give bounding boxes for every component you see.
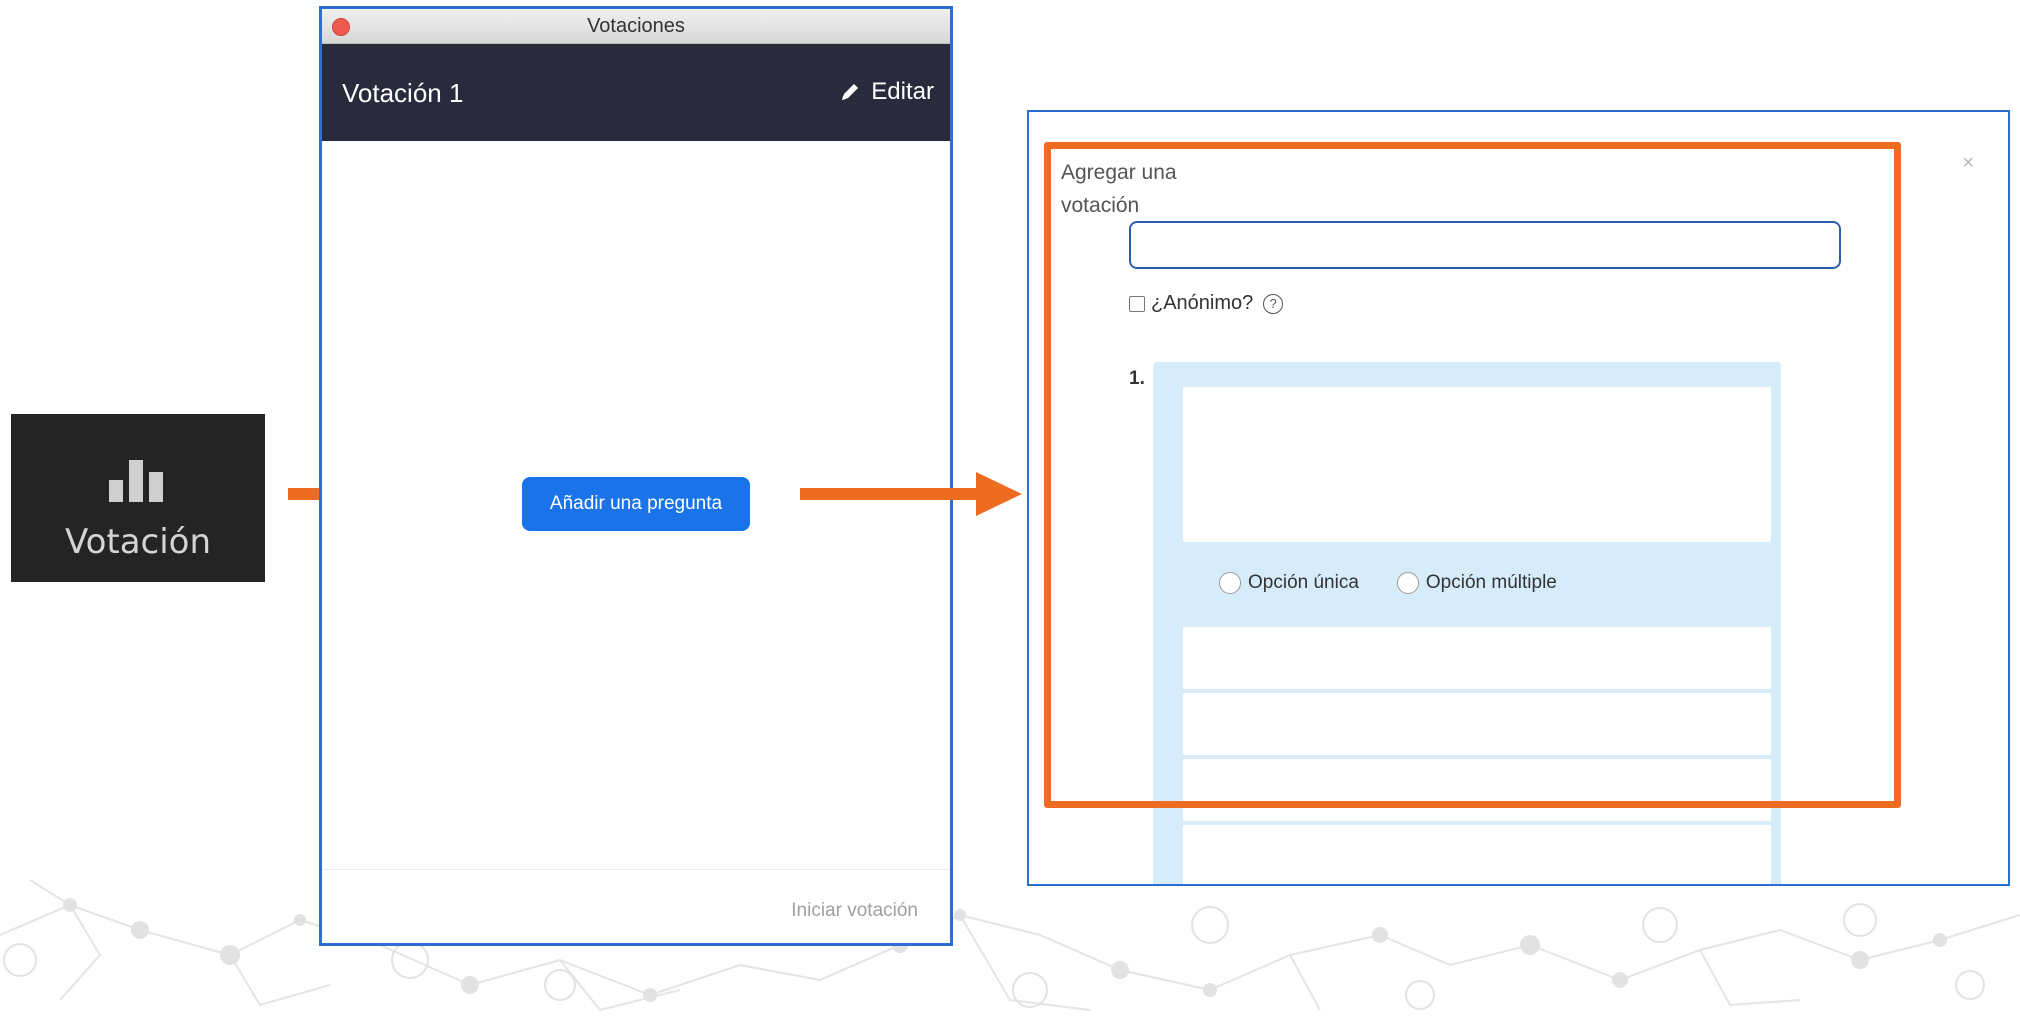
poll-name-input[interactable] bbox=[1129, 221, 1841, 269]
add-question-button[interactable]: Añadir una pregunta bbox=[522, 477, 750, 531]
question-number: 1. bbox=[1129, 368, 1145, 389]
answer-input[interactable] bbox=[1183, 825, 1771, 884]
anonymous-row: ¿Anónimo? ? bbox=[1129, 292, 1284, 315]
answer-input[interactable] bbox=[1183, 693, 1771, 755]
multiple-choice-label: Opción múltiple bbox=[1425, 572, 1557, 593]
toolbar-poll-label: Votación bbox=[64, 522, 212, 562]
question-text-field[interactable] bbox=[1183, 387, 1771, 542]
close-icon[interactable]: × bbox=[1962, 152, 1974, 175]
answer-input[interactable] bbox=[1183, 759, 1771, 821]
poll-name: Votación 1 bbox=[342, 78, 464, 108]
help-icon[interactable]: ? bbox=[1263, 293, 1284, 314]
multiple-choice-option[interactable]: Opción múltiple bbox=[1396, 572, 1557, 594]
question-card: Opción única Opción múltiple bbox=[1153, 362, 1781, 884]
start-poll-button[interactable]: Iniciar votación bbox=[785, 899, 924, 923]
window-titlebar: Votaciones bbox=[322, 9, 950, 44]
pencil-icon bbox=[842, 84, 859, 100]
anonymous-checkbox[interactable] bbox=[1129, 295, 1145, 312]
toolbar-poll-button[interactable]: Votación bbox=[11, 414, 265, 582]
footer-divider bbox=[322, 869, 950, 870]
single-choice-radio[interactable] bbox=[1219, 572, 1241, 594]
multiple-choice-radio[interactable] bbox=[1396, 572, 1419, 594]
anonymous-label: ¿Anónimo? bbox=[1151, 292, 1254, 314]
edit-label: Editar bbox=[871, 78, 934, 105]
answer-input[interactable] bbox=[1183, 627, 1771, 689]
question-type-row: Opción única Opción múltiple bbox=[1219, 572, 1595, 594]
single-choice-option[interactable]: Opción única bbox=[1219, 572, 1359, 594]
add-poll-dialog: × Agregar una votación ¿Anónimo? ? 1. Op… bbox=[1027, 110, 2010, 886]
bar-chart-icon bbox=[109, 460, 163, 502]
single-choice-label: Opción única bbox=[1248, 572, 1359, 593]
flow-arrow-2 bbox=[800, 472, 1022, 516]
window-title: Votaciones bbox=[587, 15, 685, 37]
poll-header: Votación 1 Editar bbox=[322, 44, 950, 141]
edit-button[interactable]: Editar bbox=[839, 78, 934, 106]
dialog-title: Agregar una votación bbox=[1061, 161, 1177, 217]
